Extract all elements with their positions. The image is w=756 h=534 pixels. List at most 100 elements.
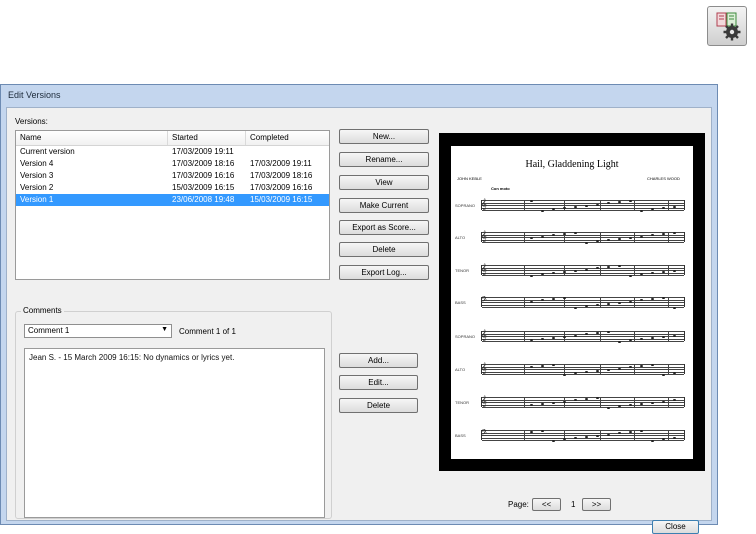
close-button[interactable]: Close [652,520,699,534]
rename-version-button[interactable]: Rename... [339,152,429,167]
note-head [541,403,544,405]
clef-icon: 𝄢 [481,296,488,307]
note-head [662,400,665,403]
note-head [574,437,577,440]
note-head [563,207,566,210]
note-head [563,297,566,299]
version-name: Version 1 [20,195,54,204]
versions-list-header: Name Started Completed [16,131,329,146]
version-row[interactable]: Version 3 17/03/2009 16:16 17/03/2009 18:1… [16,170,329,182]
note-head [574,206,577,208]
staff-label: SOPRANO [455,203,476,208]
score-lyricist: JOHN KEBLE [457,176,482,181]
comment-text-box[interactable]: Jean S. - 15 March 2009 16:15: No dynami… [24,348,325,518]
clef-icon: 𝄢 [481,429,488,440]
column-header-completed[interactable]: Completed [246,131,329,145]
title-bar[interactable]: Edit Versions [1,85,717,107]
note-head [640,338,643,341]
note-head [673,334,676,337]
note-head [585,268,588,271]
comments-label: Comments [21,306,64,315]
comment-select-value: Comment 1 [28,326,70,335]
note-head [618,301,621,304]
note-head [673,269,676,272]
versions-label: Versions: [15,117,48,126]
note-head [563,373,566,376]
column-header-started[interactable]: Started [168,131,246,145]
clef-icon: 𝄞 [481,363,487,374]
export-as-score-button[interactable]: Export as Score... [339,220,429,235]
export-log-button[interactable]: Export Log... [339,265,429,280]
staff-label: ALTO [455,235,466,240]
note-head [673,206,676,208]
score-preview: Hail, Gladdening Light JOHN KEBLE CHARLE… [439,133,705,471]
delete-comment-button[interactable]: Delete [339,398,418,413]
edit-comment-button[interactable]: Edit... [339,375,418,390]
note-head [552,401,555,404]
version-row[interactable]: Current version 17/03/2009 19:11 [16,146,329,158]
note-head [552,364,555,366]
staff-label: TENOR [455,268,469,273]
note-head [596,203,599,206]
version-completed: 15/03/2009 16:15 [250,195,313,204]
note-head [629,274,632,277]
note-head [607,433,610,436]
next-page-button[interactable]: >> [582,498,611,511]
note-head [552,337,555,339]
note-head [607,406,610,409]
note-head [651,364,654,366]
note-head [585,241,588,244]
note-head [651,439,654,442]
version-row[interactable]: Version 2 15/03/2009 16:15 17/03/2009 16:1… [16,182,329,194]
note-head [563,400,566,403]
staff-label: SOPRANO [455,334,476,339]
add-comment-button[interactable]: Add... [339,353,418,368]
note-head [596,397,599,399]
clef-icon: 𝄞 [481,264,487,275]
note-head [651,272,654,275]
versions-list[interactable]: Name Started Completed Current version 17… [15,130,330,280]
note-head [640,403,643,405]
score-settings-gear-icon[interactable] [707,6,747,46]
clef-icon: 𝄞 [481,396,487,407]
version-name: Version 3 [20,171,54,180]
staff: 𝄞 [481,363,685,376]
edit-versions-dialog: Edit Versions Versions: Name Started Com… [0,84,718,534]
note-head [662,297,665,299]
previous-page-button[interactable]: << [532,498,561,511]
version-completed: 17/03/2009 16:16 [250,183,313,192]
note-head [607,368,610,371]
new-version-button[interactable]: New... [339,129,429,144]
note-head [530,200,533,202]
note-head [541,235,544,238]
score-title: Hail, Gladdening Light [525,159,619,170]
note-head [585,436,588,438]
note-head [530,236,533,239]
note-head [596,370,599,372]
note-head [541,430,544,432]
note-head [585,204,588,207]
note-head [530,404,533,407]
version-started: 23/06/2008 19:48 [172,195,235,204]
note-head [596,434,599,437]
clef-icon: 𝄞 [481,199,487,210]
note-head [574,269,577,272]
version-row[interactable]: Version 4 17/03/2009 18:16 17/03/2009 19:1… [16,158,329,170]
chevron-down-icon[interactable]: ▼ [161,326,168,333]
note-head [607,331,610,333]
note-head [585,371,588,374]
note-head [651,401,654,404]
delete-version-button[interactable]: Delete [339,242,429,257]
note-head [530,274,533,277]
comment-select[interactable]: Comment 1 ▼ [24,324,172,338]
score-page: Hail, Gladdening Light JOHN KEBLE CHARLE… [451,146,693,459]
note-head [640,430,643,432]
staff-label: BASS [455,300,466,305]
make-current-button[interactable]: Make Current [339,198,429,213]
version-row[interactable]: Version 1 23/06/2008 19:48 15/03/2009 16:1… [16,194,329,206]
version-completed: 17/03/2009 19:11 [250,159,312,168]
note-head [629,300,632,303]
column-header-name[interactable]: Name [16,131,168,145]
view-version-button[interactable]: View [339,175,429,190]
comment-count: Comment 1 of 1 [179,327,236,336]
